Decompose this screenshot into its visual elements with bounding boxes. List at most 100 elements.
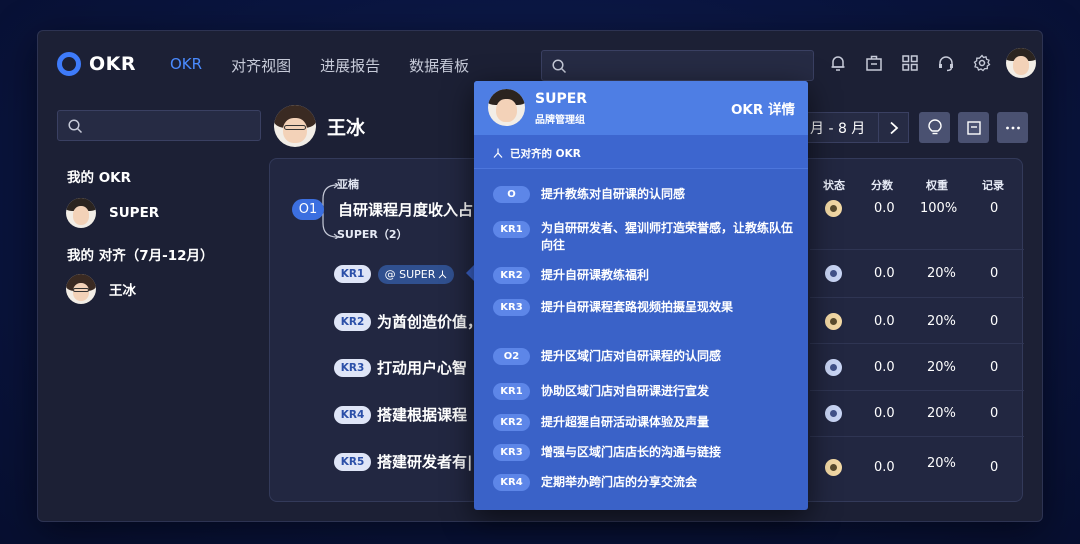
nav-okr[interactable]: OKR — [170, 55, 202, 76]
score-cell: 0.0 — [874, 201, 895, 216]
profile-name: 王冰 — [327, 116, 366, 139]
okr-item-text[interactable]: 增强与区域门店店长的沟通与链接 — [541, 444, 795, 461]
okr-tag: KR4 — [493, 474, 530, 491]
records-cell: 0 — [990, 266, 999, 281]
kr-tag: KR2 — [334, 313, 371, 331]
row-divider — [810, 249, 1024, 250]
avatar — [66, 274, 96, 304]
logo-text: OKR — [89, 53, 137, 75]
weight-cell: 20% — [927, 266, 956, 281]
okr-detail-link[interactable]: OKR 详情 — [731, 98, 795, 118]
okr-item-text[interactable]: 协助区域门店对自研课进行宣发 — [541, 383, 795, 400]
okr-item-text[interactable]: 定期举办跨门店的分享交流会 — [541, 474, 795, 491]
sidebar-item-wangbing[interactable]: 王冰 — [66, 274, 136, 304]
popup-header: SUPER 品牌管理组 OKR 详情 — [474, 81, 808, 135]
okr-tag: KR1 — [493, 221, 530, 238]
aligned-okr-label: 已对齐的 OKR — [510, 148, 581, 160]
sidebar-search-input[interactable] — [57, 110, 261, 141]
toolbar-icons — [828, 53, 992, 73]
kr-title[interactable]: 为酋创造价值， — [377, 311, 482, 332]
more-icon — [1005, 126, 1020, 129]
aligned-okr-popover: SUPER 品牌管理组 OKR 详情 已对齐的 OKR O 提升教练对自研课的认… — [474, 81, 808, 510]
status-indicator — [825, 459, 842, 476]
sidebar-item-super[interactable]: SUPER — [66, 198, 159, 228]
okr-item-text[interactable]: 提升自研课程套路视频拍摄呈现效果 — [541, 299, 795, 316]
status-indicator — [825, 200, 842, 217]
avatar — [66, 198, 96, 228]
objective-badge: O1 — [292, 199, 324, 220]
okr-tag: KR2 — [493, 267, 530, 284]
okr-item-text[interactable]: 为自研研发者、猩训师打造荣誉感，让教练队伍向往 — [541, 220, 795, 254]
kr-title[interactable]: 打动用户心智 — [377, 357, 467, 378]
row-divider — [810, 297, 1024, 298]
kr-title[interactable]: 搭建根据课程 — [377, 404, 467, 425]
kr-tag: KR5 — [334, 453, 371, 471]
note-button[interactable] — [958, 112, 989, 143]
align-icon — [493, 148, 503, 158]
bulb-icon — [927, 118, 942, 134]
okr-item-text[interactable]: 提升超猩自研活动课体验及声量 — [541, 414, 795, 431]
kr-title[interactable]: 搭建研发者有| — [377, 451, 472, 472]
bell-icon[interactable] — [828, 53, 848, 73]
nav-dashboard[interactable]: 数据看板 — [409, 55, 469, 76]
aligned-parent[interactable]: 亚楠 — [337, 176, 359, 192]
weight-cell: 20% — [927, 456, 956, 471]
column-records: 记录 — [982, 179, 1004, 192]
grid-icon[interactable] — [900, 53, 920, 73]
score-cell: 0.0 — [874, 460, 895, 475]
sidebar-item-label: 王冰 — [109, 283, 136, 299]
note-icon — [966, 120, 981, 135]
headset-icon[interactable] — [936, 53, 956, 73]
aligned-children[interactable]: SUPER（2） — [337, 226, 408, 242]
next-period-button[interactable] — [878, 112, 909, 143]
nav-alignment-view[interactable]: 对齐视图 — [231, 55, 291, 76]
row-divider — [810, 390, 1024, 391]
date-range-selector[interactable]: 月 - 8 月 — [806, 112, 878, 143]
score-cell: 0.0 — [874, 406, 895, 421]
my-okr-title: 我的 OKR — [67, 170, 132, 186]
global-search-input[interactable] — [541, 50, 814, 81]
logo[interactable]: OKR — [57, 52, 136, 76]
profile-header: 王冰 — [274, 105, 365, 147]
mention-tag[interactable]: @ SUPER — [378, 265, 454, 284]
chevron-right-icon — [889, 121, 898, 134]
gear-icon[interactable] — [972, 53, 992, 73]
weight-cell: 100% — [920, 201, 958, 216]
more-button[interactable] — [997, 112, 1028, 143]
score-cell: 0.0 — [874, 314, 895, 329]
weight-cell: 20% — [927, 360, 956, 375]
row-divider — [810, 343, 1024, 344]
okr-tag: KR1 — [493, 383, 530, 400]
popup-user-name: SUPER — [535, 91, 588, 107]
okr-item-text[interactable]: 提升自研课教练福利 — [541, 267, 795, 284]
okr-tag: KR3 — [493, 444, 530, 461]
kr-tag: KR1 — [334, 265, 371, 283]
okr-tag: O — [493, 186, 530, 203]
objective-title[interactable]: 自研课程月度收入占 — [338, 199, 473, 220]
records-cell: 0 — [990, 360, 999, 375]
okr-tag: KR3 — [493, 299, 530, 316]
records-cell: 0 — [990, 406, 999, 421]
briefcase-icon[interactable] — [864, 53, 884, 73]
main-nav: OKR 对齐视图 进展报告 数据看板 — [170, 55, 469, 76]
okr-item-text[interactable]: 提升教练对自研课的认同感 — [541, 186, 795, 203]
column-status: 状态 — [823, 179, 845, 192]
weight-cell: 20% — [927, 314, 956, 329]
status-indicator — [825, 359, 842, 376]
kr-tag: KR4 — [334, 406, 371, 424]
weight-cell: 20% — [927, 406, 956, 421]
nav-progress-report[interactable]: 进展报告 — [320, 55, 380, 76]
current-user-avatar[interactable] — [1006, 48, 1036, 78]
popup-subheader: 已对齐的 OKR — [474, 135, 808, 169]
records-cell: 0 — [990, 460, 999, 475]
insight-button[interactable] — [919, 112, 950, 143]
sidebar-item-label: SUPER — [109, 205, 160, 221]
column-weight: 权重 — [926, 179, 948, 192]
score-cell: 0.0 — [874, 266, 895, 281]
records-cell: 0 — [990, 201, 999, 216]
okr-item-text[interactable]: 提升区域门店对自研课程的认同感 — [541, 348, 795, 365]
status-indicator — [825, 405, 842, 422]
popup-pointer — [466, 265, 474, 281]
avatar — [274, 105, 316, 147]
mention-label: @ SUPER — [384, 268, 436, 281]
